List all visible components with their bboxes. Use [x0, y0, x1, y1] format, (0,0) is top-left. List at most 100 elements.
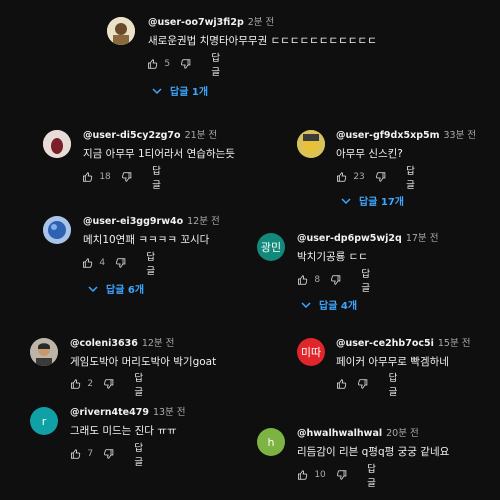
avatar[interactable]	[297, 130, 325, 158]
comment-author[interactable]: @user-di5cy2zg7o	[83, 130, 181, 141]
dislike-icon[interactable]	[180, 57, 191, 71]
like-icon[interactable]	[297, 273, 308, 287]
avatar-initials: h	[267, 435, 275, 449]
avatar[interactable]	[30, 338, 58, 366]
chevron-down-icon	[88, 285, 98, 292]
reply-button[interactable]: 답글	[367, 461, 381, 489]
replies-toggle[interactable]: 답글 17개	[341, 193, 404, 208]
like-icon[interactable]	[82, 170, 93, 184]
like-icon[interactable]	[147, 57, 158, 71]
like-count: 7	[87, 449, 94, 459]
dislike-icon[interactable]	[115, 256, 126, 270]
comment-time[interactable]: 12분 전	[142, 338, 175, 349]
comment-author[interactable]: @user-oo7wj3fi2p	[148, 17, 244, 28]
comment-actions: 23 답글	[336, 166, 420, 191]
replies-label: 답글 6개	[106, 285, 145, 296]
reply-button[interactable]: 답글	[389, 370, 403, 398]
reply-button[interactable]: 답글	[152, 163, 166, 191]
avatar-initials: 광민	[260, 241, 282, 254]
comment-author[interactable]: @user-dp6pw5wj2q	[297, 233, 402, 244]
comment-text: 게임도박아 머리도박아 박기goat	[70, 356, 217, 368]
comment-actions: 답글	[336, 373, 403, 398]
chevron-down-icon	[341, 197, 351, 204]
avatar[interactable]: 미따	[297, 338, 325, 366]
avatar[interactable]	[43, 216, 71, 244]
comment-meta: @user-ei3gg9rw4o 12분 전	[83, 216, 220, 228]
reply-button[interactable]: 답글	[134, 440, 148, 468]
comment-time[interactable]: 33분 전	[444, 130, 477, 141]
avatar-image-icon	[43, 130, 71, 158]
comment-text: 새로운권법 치명타아무무권 ㄷㄷㄷㄷㄷㄷㄷㄷㄷㄷㄷ	[148, 35, 377, 47]
comment-author[interactable]: @coleni3636	[70, 338, 138, 349]
dislike-icon[interactable]	[121, 170, 132, 184]
dislike-icon[interactable]	[103, 447, 114, 461]
like-icon[interactable]	[336, 170, 347, 184]
comment-text: 리듬감이 리븐 q평q평 궁궁 같네요	[297, 446, 450, 458]
like-count: 8	[314, 275, 321, 285]
like-icon[interactable]	[297, 468, 308, 482]
comment-time[interactable]: 2분 전	[248, 17, 275, 28]
comment-text: 메치10연패 ㅋㅋㅋㅋ 꼬시다	[83, 234, 210, 246]
dislike-icon[interactable]	[357, 377, 368, 391]
reply-button[interactable]: 답글	[146, 249, 160, 277]
comment-time[interactable]: 13분 전	[153, 407, 186, 418]
reply-button[interactable]: 답글	[211, 50, 225, 78]
like-count: 2	[87, 379, 94, 389]
comment-time[interactable]: 20분 전	[386, 428, 419, 439]
comment-time[interactable]: 12분 전	[187, 216, 220, 227]
like-icon[interactable]	[336, 377, 347, 391]
comment-text: 지금 아무무 1티어라서 연습하는듯	[83, 148, 235, 160]
replies-toggle[interactable]: 답글 1개	[152, 83, 208, 98]
like-count: 23	[353, 172, 365, 182]
comment-time[interactable]: 15분 전	[438, 338, 471, 349]
comment-author[interactable]: @rivern4te479	[70, 407, 149, 418]
comment-actions: 5 답글	[147, 53, 225, 78]
comment-meta: @user-ce2hb7oc5i 15분 전	[336, 338, 470, 350]
comment-meta: @user-oo7wj3fi2p 2분 전	[148, 17, 274, 29]
comment-meta: @user-gf9dx5xp5m 33분 전	[336, 130, 476, 142]
comment-time[interactable]: 21분 전	[185, 130, 218, 141]
comment-actions: 2 답글	[70, 373, 148, 398]
chevron-down-icon	[301, 301, 311, 308]
reply-button[interactable]: 답글	[406, 163, 420, 191]
comment-time[interactable]: 17분 전	[406, 233, 439, 244]
like-count: 4	[99, 258, 106, 268]
replies-toggle[interactable]: 답글 6개	[88, 281, 144, 296]
avatar[interactable]: 광민	[257, 233, 285, 261]
reply-button[interactable]: 답글	[361, 266, 375, 294]
replies-label: 답글 1개	[170, 87, 209, 98]
dislike-icon[interactable]	[375, 170, 386, 184]
reply-button[interactable]: 답글	[134, 370, 148, 398]
replies-label: 답글 17개	[359, 197, 404, 208]
comment-author[interactable]: @hwalhwalhwal	[297, 428, 382, 439]
comment-author[interactable]: @user-ei3gg9rw4o	[83, 216, 183, 227]
comment-author[interactable]: @user-gf9dx5xp5m	[336, 130, 440, 141]
like-icon[interactable]	[70, 447, 81, 461]
avatar-image-icon	[30, 338, 58, 366]
avatar[interactable]: r	[30, 407, 58, 435]
avatar-image-icon	[43, 216, 71, 244]
comment-text: 그래도 미드는 진다 ㅠㅠ	[70, 425, 177, 437]
avatar[interactable]: h	[257, 428, 285, 456]
replies-toggle[interactable]: 답글 4개	[301, 297, 357, 312]
chevron-down-icon	[152, 87, 162, 94]
avatar-image-icon	[297, 130, 325, 158]
avatar[interactable]	[43, 130, 71, 158]
comment-meta: @user-di5cy2zg7o 21분 전	[83, 130, 217, 142]
avatar-initials: 미따	[300, 346, 322, 359]
comment-actions: 18 답글	[82, 166, 166, 191]
dislike-icon[interactable]	[330, 273, 341, 287]
comment-meta: @user-dp6pw5wj2q 17분 전	[297, 233, 438, 245]
dislike-icon[interactable]	[103, 377, 114, 391]
avatar[interactable]	[107, 17, 135, 45]
comment-author[interactable]: @user-ce2hb7oc5i	[336, 338, 434, 349]
like-count: 10	[314, 470, 326, 480]
like-icon[interactable]	[70, 377, 81, 391]
like-icon[interactable]	[82, 256, 93, 270]
comment-actions: 7 답글	[70, 443, 148, 468]
like-count: 18	[99, 172, 111, 182]
dislike-icon[interactable]	[336, 468, 347, 482]
like-count: 5	[164, 59, 171, 69]
avatar-initials: r	[41, 414, 47, 428]
comment-actions: 8 답글	[297, 269, 375, 294]
